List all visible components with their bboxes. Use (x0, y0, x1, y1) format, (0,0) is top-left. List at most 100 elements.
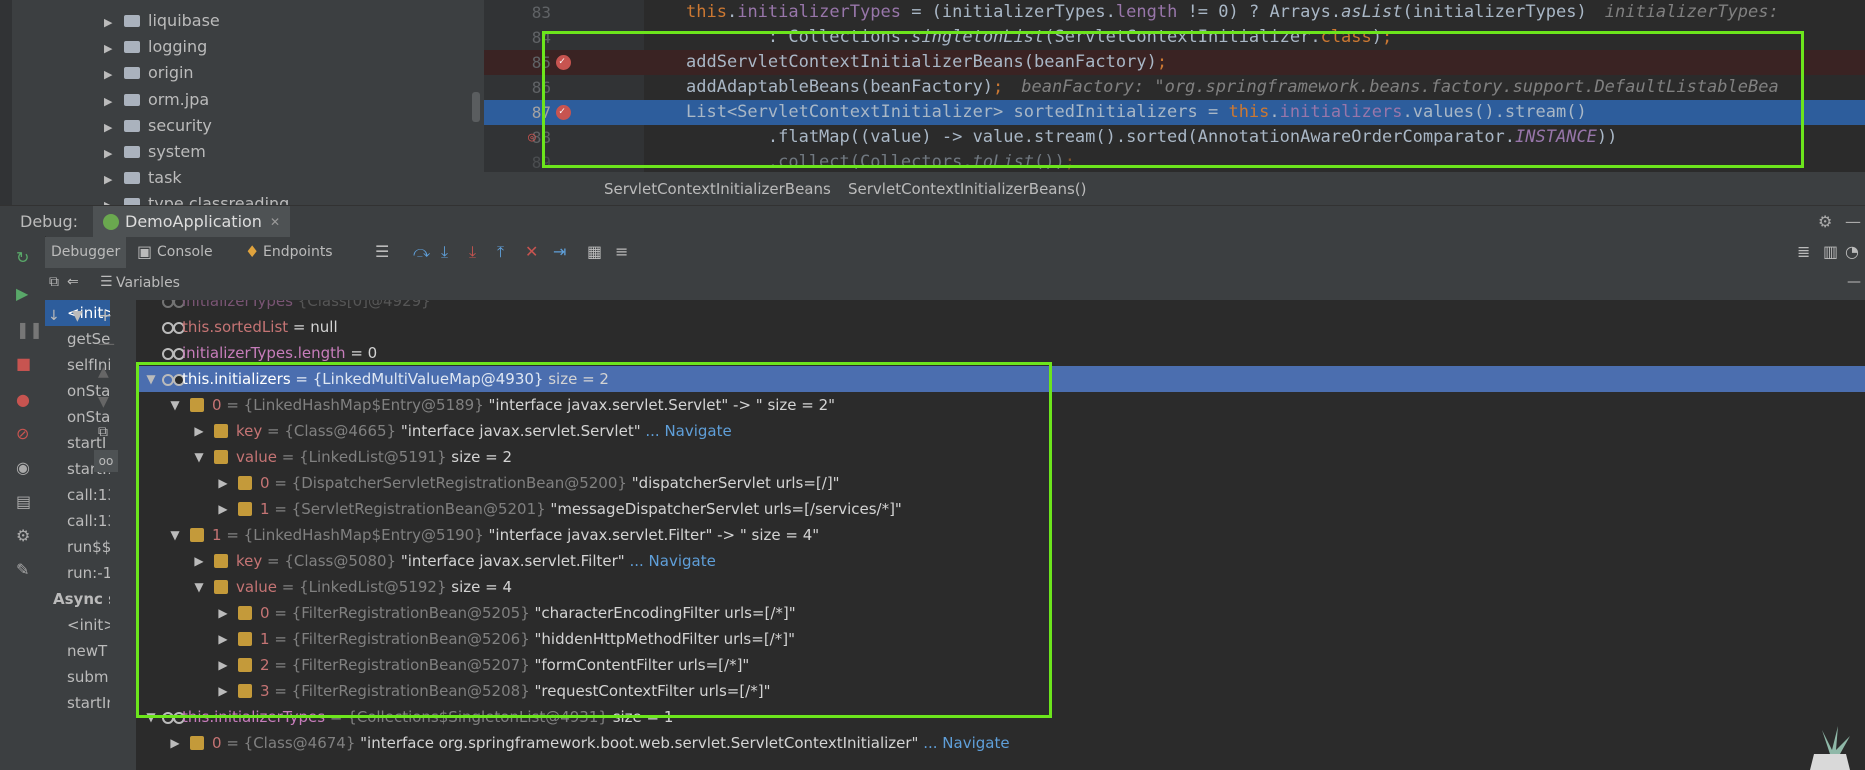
stop-icon[interactable]: ■ (16, 354, 31, 373)
chevron-right-icon[interactable]: ▶ (216, 600, 230, 626)
evaluate-icon[interactable]: ▦ (587, 242, 602, 261)
frames-filter-icon[interactable]: ⧉ (49, 274, 59, 290)
tree-item[interactable]: ▶ task (104, 165, 182, 191)
tree-item[interactable]: ▶ type.classreading (104, 191, 289, 205)
chevron-right-icon[interactable]: ▶ (216, 470, 230, 496)
navigate-link[interactable]: ... Navigate (625, 552, 715, 570)
variable-row[interactable]: ▶ 3 = {FilterRegistrationBean@5208} "requ… (136, 678, 1865, 704)
tree-scrollbar[interactable] (472, 92, 480, 122)
chevron-right-icon[interactable]: ▶ (104, 141, 118, 167)
variable-row[interactable]: this.sortedList = null (136, 314, 1865, 340)
chevron-down-icon[interactable]: ▼ (168, 522, 182, 548)
add-watch-icon[interactable]: + (98, 306, 112, 326)
chevron-right-icon[interactable]: ▶ (104, 115, 118, 141)
pause-icon[interactable]: ❚❚ (16, 320, 43, 339)
chevron-right-icon[interactable]: ▶ (192, 548, 206, 574)
speedometer-icon[interactable]: ◔ (1845, 242, 1859, 261)
code-line[interactable]: 85 addServletContextInitializerBeans(bean… (484, 49, 1865, 75)
variable-row[interactable]: ▶ key = {Class@4665} "interface javax.ser… (136, 418, 1865, 444)
tree-item[interactable]: ▶ orm.jpa (104, 87, 209, 113)
chevron-right-icon[interactable]: ▶ (216, 626, 230, 652)
chevron-right-icon[interactable]: ▶ (216, 652, 230, 678)
columns-icon[interactable]: ▥ (1823, 242, 1838, 261)
chevron-right-icon[interactable]: ▶ (104, 36, 118, 62)
variable-row[interactable]: ▶ 2 = {FilterRegistrationBean@5207} "form… (136, 652, 1865, 678)
variable-row[interactable]: ▶ 1 = {FilterRegistrationBean@5206} "hidd… (136, 626, 1865, 652)
tab-endpoints[interactable]: Endpoints (257, 237, 339, 268)
chevron-right-icon[interactable]: ▶ (104, 167, 118, 193)
view-breakpoints-icon[interactable]: ● (16, 390, 30, 409)
code-line[interactable]: 87 List<ServletContextInitializer> sorted… (484, 99, 1865, 125)
line-number[interactable]: 86 (484, 75, 551, 100)
variable-row[interactable]: ▼ value = {LinkedList@5191} size = 2 (136, 444, 1865, 470)
menu-icon[interactable]: ☰ (375, 242, 389, 261)
navigate-link[interactable]: ... Navigate (641, 422, 731, 440)
breakpoint-icon[interactable] (556, 49, 571, 74)
variable-row[interactable]: ▼ this.initializers = {LinkedMultiValueMa… (136, 366, 1865, 392)
tree-item[interactable]: ▶ liquibase (104, 8, 220, 34)
drop-frame-icon[interactable]: ✕ (525, 242, 538, 261)
chevron-right-icon[interactable]: ▶ (104, 62, 118, 88)
variables-menu-icon[interactable]: ☰ (100, 274, 113, 290)
remove-watch-icon[interactable]: — (98, 334, 115, 354)
variable-row[interactable]: ▼ 0 = {LinkedHashMap$Entry@5189} "interfa… (136, 392, 1865, 418)
chevron-right-icon[interactable]: ▶ (192, 418, 206, 444)
run-config-tab[interactable]: DemoApplication ✕ (93, 206, 290, 237)
line-number[interactable]: 84 (484, 25, 551, 50)
line-number[interactable]: 88 (484, 125, 551, 150)
chevron-right-icon[interactable]: ▶ (104, 193, 118, 205)
resume-icon[interactable]: ▶ (16, 284, 28, 303)
frame-item[interactable]: run:-1 (45, 560, 110, 586)
chevron-right-icon[interactable]: ▶ (104, 10, 118, 36)
thread-select-icon[interactable]: ⇐ (67, 274, 79, 290)
tree-item[interactable]: ▶ logging (104, 34, 207, 60)
tab-console[interactable]: Console (151, 237, 219, 268)
frame-item[interactable]: run$$ (45, 534, 110, 560)
watches-toggle-icon[interactable]: oo (94, 450, 118, 472)
line-number[interactable]: 83 (484, 0, 551, 25)
chevron-down-icon[interactable]: ▼ (144, 366, 158, 392)
chevron-down-icon[interactable]: ▼ (168, 392, 182, 418)
minimize-icon[interactable]: — (1845, 212, 1861, 231)
camera-icon[interactable]: ◉ (16, 458, 30, 477)
line-number[interactable]: 87 (484, 100, 551, 125)
mute-breakpoints-icon[interactable]: ⊘ (16, 424, 29, 443)
chevron-down-icon[interactable]: ▼ (192, 574, 206, 600)
collapse-icon[interactable]: — (1847, 274, 1861, 290)
tree-item[interactable]: ▶ origin (104, 60, 194, 86)
code-line[interactable]: 86 addAdaptableBeans(beanFactory); beanFac… (484, 75, 1865, 100)
settings-icon[interactable]: ⚙ (16, 526, 30, 545)
chevron-down-icon[interactable]: ▼ (144, 704, 158, 730)
code-line[interactable]: 89 .collect(Collectors.toList()); (484, 150, 1865, 172)
variable-row[interactable]: initializerTypes.length = 0 (136, 340, 1865, 366)
move-down-icon[interactable]: ▼ (98, 394, 109, 410)
line-number[interactable]: 85 (484, 50, 551, 75)
breadcrumb-method[interactable]: ServletContextInitializerBeans() (848, 180, 1087, 198)
filter-icon[interactable]: ▼ (72, 308, 83, 324)
chevron-right-icon[interactable]: ▶ (216, 678, 230, 704)
lambda-breakpoint-icon[interactable]: ◎ (528, 125, 536, 150)
step-out-icon[interactable]: ⤒ (497, 242, 504, 262)
run-to-cursor-icon[interactable]: ⇥ (553, 242, 566, 261)
tree-item[interactable]: ▶ security (104, 113, 212, 139)
navigate-link[interactable]: ... Navigate (918, 734, 1009, 752)
tab-debugger[interactable]: Debugger (45, 237, 127, 268)
copy-icon[interactable]: ⧉ (98, 424, 108, 440)
chevron-right-icon[interactable]: ▶ (216, 496, 230, 522)
close-icon[interactable]: ✕ (270, 215, 280, 229)
chevron-right-icon[interactable]: ▶ (104, 89, 118, 115)
variable-row[interactable]: ▼ 1 = {LinkedHashMap$Entry@5190} "interfa… (136, 522, 1865, 548)
rerun-icon[interactable]: ↻ (16, 248, 29, 267)
chevron-right-icon[interactable]: ▶ (168, 730, 182, 756)
force-step-into-icon[interactable]: ⤓ (469, 242, 476, 262)
restore-layout-icon[interactable]: ≣ (1797, 242, 1810, 261)
chevron-down-icon[interactable]: ▼ (192, 444, 206, 470)
code-line[interactable]: 84 : Collections.singletonList(ServletCo… (484, 25, 1865, 50)
code-line[interactable]: 83 this.initializerTypes = (initializerTy… (484, 0, 1865, 25)
code-editor[interactable]: 83 this.initializerTypes = (initializerTy… (484, 0, 1865, 172)
pin-icon[interactable]: ✎ (16, 560, 29, 579)
variable-row[interactable]: initializerTypes {Class[0]@4929} (136, 300, 1865, 314)
async-frame-item[interactable]: subm (45, 664, 110, 690)
variable-row[interactable]: ▶ 0 = {Class@4674} "interface org.springf… (136, 730, 1865, 756)
breadcrumb-class[interactable]: ServletContextInitializerBeans (604, 180, 831, 198)
